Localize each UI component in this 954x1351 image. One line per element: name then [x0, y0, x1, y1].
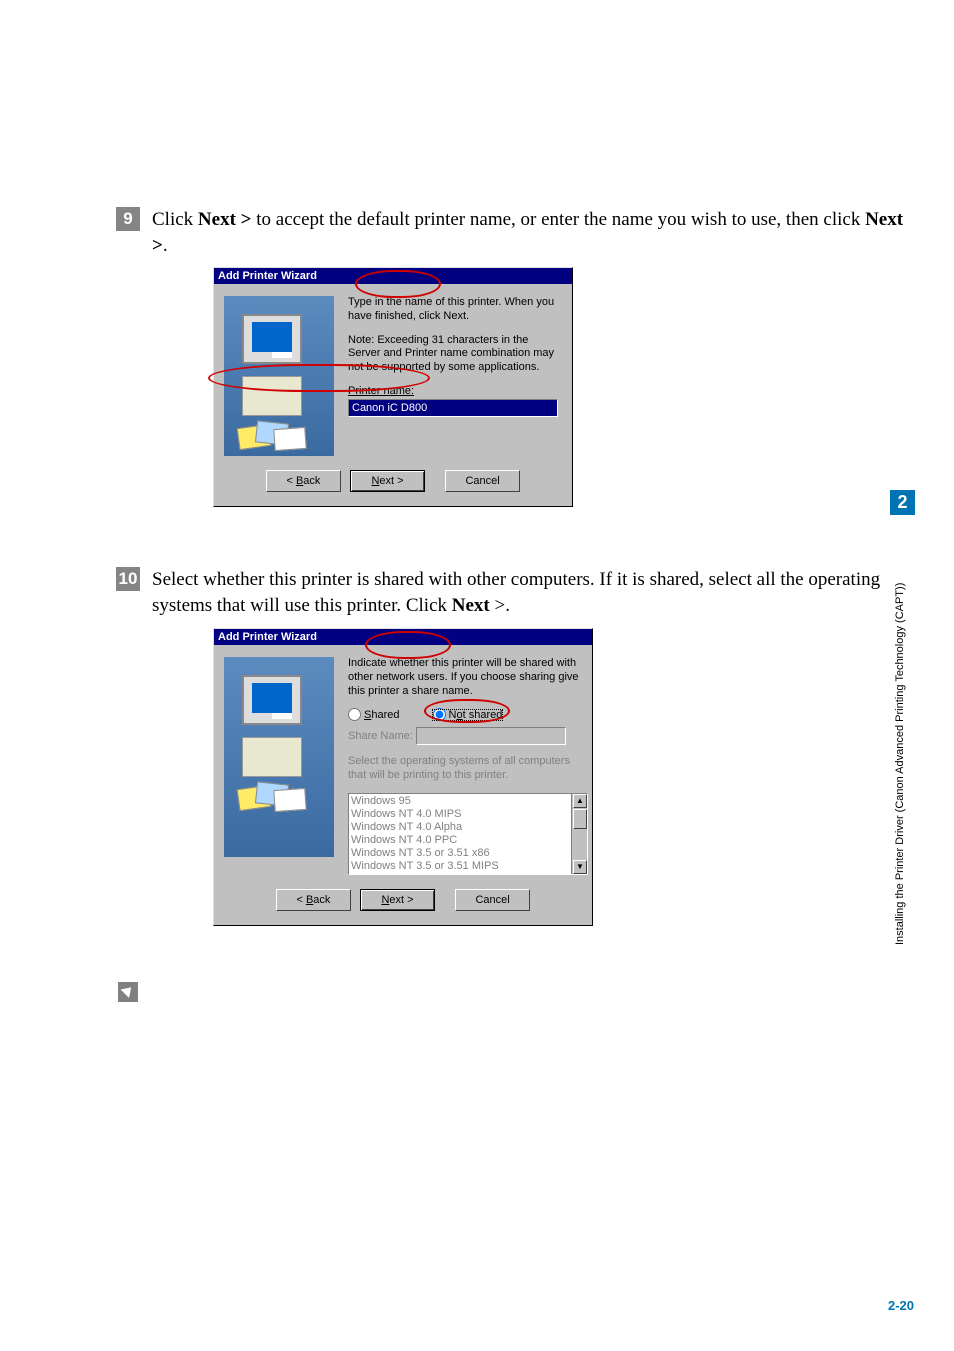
os-item-5[interactable]: Windows NT 3.5 or 3.51 MIPS: [351, 860, 585, 873]
not-shared-radio[interactable]: Not shared: [431, 708, 505, 722]
wizard-graphic-2: [224, 657, 334, 857]
step-10-number: 10: [116, 567, 140, 591]
scroll-up-icon[interactable]: ▲: [573, 794, 587, 808]
shared-radio[interactable]: Shared: [348, 709, 399, 721]
dialog2-buttons: < Back Next > Cancel: [214, 883, 592, 925]
back-button-2[interactable]: < Back: [276, 889, 351, 911]
chapter-tab: 2: [890, 490, 915, 515]
dialog1-body: Type in the name of this printer. When y…: [214, 284, 572, 464]
dialog1-content: Type in the name of this printer. When y…: [348, 296, 562, 456]
step9-t2: to accept the default printer name, or e…: [251, 209, 865, 230]
step-9-number: 9: [116, 207, 140, 231]
share-name-input[interactable]: [416, 727, 566, 745]
step9-t1: Click: [152, 209, 198, 230]
dialog2-body: Indicate whether this printer will be sh…: [214, 645, 592, 883]
step10-t2: >.: [490, 595, 510, 616]
step9-b1: Next >: [198, 209, 252, 230]
page-number: 2-20: [888, 1298, 914, 1313]
add-printer-wizard-dialog-2: Add Printer Wizard Indicate whether this…: [213, 628, 593, 926]
papers-icon: [238, 420, 308, 450]
dialog1-msg1: Type in the name of this printer. When y…: [348, 296, 562, 324]
not-shared-radio-input[interactable]: [433, 708, 446, 721]
os-item-2[interactable]: Windows NT 4.0 Alpha: [351, 821, 585, 834]
return-arrow-link[interactable]: [118, 982, 138, 1002]
pn-rest: rinter name:: [355, 385, 414, 397]
os-item-3[interactable]: Windows NT 4.0 PPC: [351, 834, 585, 847]
printer-name-label: Printer name:: [348, 385, 562, 397]
ns-pre: N: [449, 709, 457, 721]
dialog2-msg2: Select the operating systems of all comp…: [348, 755, 588, 783]
cancel-button[interactable]: Cancel: [445, 470, 520, 492]
wizard-graphic: [224, 296, 334, 456]
add-printer-wizard-dialog-1: Add Printer Wizard Type in the name of t…: [213, 267, 573, 507]
step-9-text: Click Next > to accept the default print…: [152, 207, 922, 258]
share-name-row: Share Name:: [348, 727, 588, 745]
d2-next-rest: ext >: [389, 894, 413, 906]
dialog1-msg2: Note: Exceeding 31 characters in the Ser…: [348, 334, 562, 375]
papers-icon-2: [238, 781, 308, 811]
sharing-radio-group: Shared Not shared: [348, 708, 588, 721]
monitor-icon-2: [242, 675, 302, 725]
chapter-title: Installing the Printer Driver (Canon Adv…: [894, 525, 912, 945]
os-item-0[interactable]: Windows 95: [351, 795, 585, 808]
scroll-thumb[interactable]: [573, 809, 587, 829]
scroll-down-icon[interactable]: ▼: [573, 860, 587, 874]
step-9: 9 Click Next > to accept the default pri…: [116, 207, 922, 258]
d1-back-ul: B: [296, 475, 303, 487]
printer-icon: [242, 376, 302, 416]
printer-icon-2: [242, 737, 302, 777]
dialog2-msg1: Indicate whether this printer will be sh…: [348, 657, 588, 698]
dialog2-title: Add Printer Wizard: [214, 629, 592, 645]
share-name-label: Share Name:: [348, 730, 413, 742]
page: 9 Click Next > to accept the default pri…: [0, 0, 954, 1351]
os-item-1[interactable]: Windows NT 4.0 MIPS: [351, 808, 585, 821]
os-list[interactable]: Windows 95 Windows NT 4.0 MIPS Windows N…: [348, 793, 588, 875]
os-scrollbar[interactable]: ▲ ▼: [571, 794, 587, 874]
step10-b1: Next: [452, 595, 490, 616]
next-button-2[interactable]: Next >: [360, 889, 435, 911]
os-item-4[interactable]: Windows NT 3.5 or 3.51 x86: [351, 847, 585, 860]
cancel-button-2[interactable]: Cancel: [455, 889, 530, 911]
step-10: 10 Select whether this printer is shared…: [116, 567, 922, 618]
printer-name-input[interactable]: Canon iC D800: [348, 399, 558, 417]
d1-next-rest: ext >: [379, 475, 403, 487]
d2-back-ul: B: [306, 894, 313, 906]
sh-rest: hared: [371, 709, 399, 721]
monitor-icon: [242, 314, 302, 364]
step9-t3: .: [163, 235, 168, 256]
dialog2-content: Indicate whether this printer will be sh…: [348, 657, 588, 875]
dialog1-buttons: < Back Next > Cancel: [214, 464, 572, 506]
ns-rest: t shared: [463, 709, 503, 721]
doc-icon: [272, 340, 292, 358]
dialog1-title: Add Printer Wizard: [214, 268, 572, 284]
doc-icon-2: [272, 701, 292, 719]
next-button[interactable]: Next >: [350, 470, 425, 492]
back-button[interactable]: < Back: [266, 470, 341, 492]
shared-radio-input[interactable]: [348, 708, 361, 721]
step10-t1: Select whether this printer is shared wi…: [152, 569, 880, 616]
step-10-text: Select whether this printer is shared wi…: [152, 567, 922, 618]
